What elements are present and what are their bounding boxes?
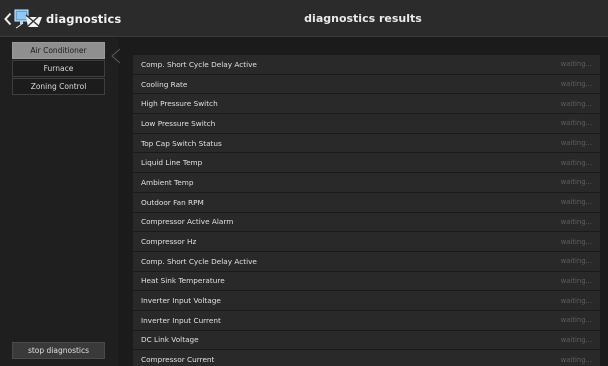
left-panel: Air Conditioner Furnace Zoning Control s… — [0, 38, 118, 366]
result-status: waiting... — [560, 296, 592, 305]
diagnostics-logo-icon — [14, 9, 44, 29]
result-row: Heat Sink Temperature waiting... — [133, 271, 600, 292]
stop-diagnostics-button[interactable]: stop diagnostics — [12, 342, 105, 359]
result-label: DC Link Voltage — [141, 335, 199, 345]
system-menu: Air Conditioner Furnace Zoning Control — [12, 42, 105, 96]
chevron-left-divider-icon — [109, 46, 123, 68]
result-label: Comp. Short Cycle Delay Active — [141, 59, 257, 69]
result-row: Inverter Input Current waiting... — [133, 310, 600, 331]
result-label: Inverter Input Current — [141, 315, 221, 325]
result-row: Cooling Rate waiting... — [133, 74, 600, 95]
result-label: Heat Sink Temperature — [141, 276, 225, 286]
result-status: waiting... — [560, 335, 592, 344]
result-label: Top Cap Switch Status — [141, 138, 222, 148]
result-row: Inverter Input Voltage waiting... — [133, 291, 600, 311]
result-status: waiting... — [560, 99, 592, 108]
result-label: Compressor Current — [141, 355, 215, 365]
result-label: Inverter Input Voltage — [141, 296, 221, 306]
header-bar: diagnostics diagnostics results — [0, 0, 608, 37]
result-status: waiting... — [560, 355, 592, 364]
result-status: waiting... — [560, 276, 592, 285]
result-status: waiting... — [560, 119, 592, 128]
result-label: Outdoor Fan RPM — [141, 197, 204, 207]
menu-item-air-conditioner[interactable]: Air Conditioner — [12, 42, 105, 59]
result-label: Cooling Rate — [141, 79, 188, 89]
page-title: diagnostics results — [304, 12, 422, 25]
result-label: Low Pressure Switch — [141, 118, 216, 128]
result-label: High Pressure Switch — [141, 99, 218, 109]
result-status: waiting... — [560, 178, 592, 187]
result-row: Low Pressure Switch waiting... — [133, 114, 600, 134]
results-list[interactable]: Comp. Short Cycle Delay Active waiting...… — [133, 55, 600, 366]
back-label: diagnostics — [46, 12, 122, 26]
result-status: waiting... — [560, 60, 592, 69]
chevron-left-icon — [4, 9, 12, 29]
result-row: Comp. Short Cycle Delay Active waiting... — [133, 251, 600, 272]
result-row: Compressor Active Alarm waiting... — [133, 212, 600, 233]
result-status: waiting... — [560, 217, 592, 226]
diagnostics-screen: diagnostics diagnostics results Air Cond… — [0, 0, 608, 366]
result-status: waiting... — [560, 198, 592, 207]
result-label: Comp. Short Cycle Delay Active — [141, 256, 257, 266]
result-status: waiting... — [560, 139, 592, 148]
result-label: Liquid Line Temp — [141, 158, 203, 168]
result-row: Compressor Current waiting... — [133, 350, 600, 366]
result-label: Ambient Temp — [141, 177, 194, 187]
result-row: Outdoor Fan RPM waiting... — [133, 192, 600, 213]
result-status: waiting... — [560, 80, 592, 89]
result-status: waiting... — [560, 257, 592, 266]
back-button[interactable]: diagnostics — [4, 8, 121, 30]
result-label: Compressor Hz — [141, 237, 197, 247]
result-row: DC Link Voltage waiting... — [133, 330, 600, 351]
result-row: Compressor Hz waiting... — [133, 232, 600, 252]
menu-item-furnace[interactable]: Furnace — [12, 60, 105, 77]
result-row: Ambient Temp waiting... — [133, 173, 600, 193]
result-status: waiting... — [560, 316, 592, 325]
result-status: waiting... — [560, 237, 592, 246]
result-row: Comp. Short Cycle Delay Active waiting... — [133, 55, 600, 75]
result-status: waiting... — [560, 158, 592, 167]
result-row: Liquid Line Temp waiting... — [133, 153, 600, 174]
menu-item-zoning-control[interactable]: Zoning Control — [12, 78, 105, 95]
result-row: High Pressure Switch waiting... — [133, 94, 600, 115]
result-label: Compressor Active Alarm — [141, 217, 234, 227]
result-row: Top Cap Switch Status waiting... — [133, 133, 600, 154]
